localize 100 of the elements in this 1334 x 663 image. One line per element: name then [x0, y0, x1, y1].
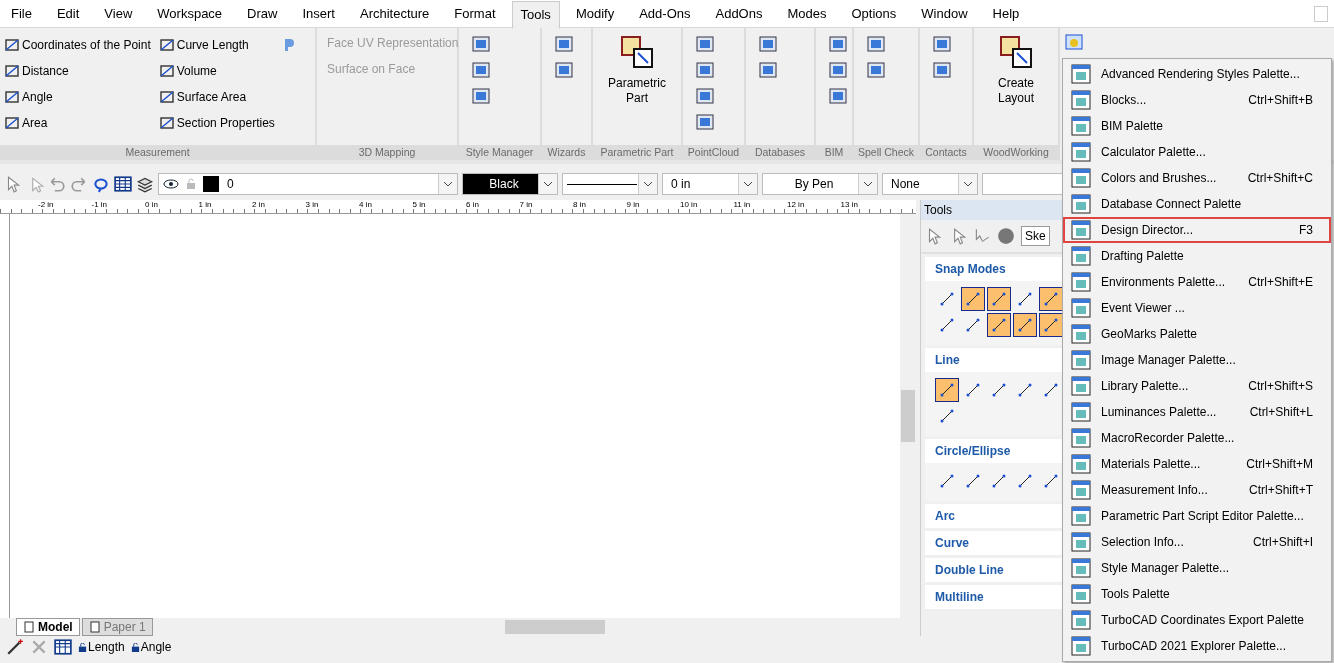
ruler-label: 0 in	[145, 200, 159, 211]
chevron-down-icon[interactable]	[963, 181, 973, 187]
tool-button[interactable]	[935, 378, 959, 402]
toolbar-icon[interactable]	[932, 34, 952, 54]
toolbar-icon[interactable]	[828, 86, 848, 106]
menu-item[interactable]: View	[95, 0, 142, 28]
magic-wand-icon[interactable]	[6, 638, 24, 656]
dropdown-field[interactable]: By Pen	[762, 173, 878, 195]
ribbon-button[interactable]: Section Properties	[158, 110, 275, 136]
ruler-label: 12 in	[787, 200, 806, 211]
menu-item[interactable]: TurboCAD 2021 Explorer Palette...	[1063, 633, 1331, 659]
menu-item[interactable]: Colors and Brushes... Ctrl+Shift+C	[1063, 165, 1331, 191]
table-icon[interactable]	[114, 175, 132, 193]
menu-item[interactable]: TurboCAD Coordinates Export Palette	[1063, 607, 1331, 633]
toolbar-icon[interactable]	[554, 34, 574, 54]
palette-window-icon	[1071, 454, 1091, 474]
tool-button[interactable]	[961, 287, 985, 311]
toolbar-icon[interactable]	[758, 34, 778, 54]
line-tool-icon	[991, 317, 1007, 333]
ribbon-button[interactable]: Area	[4, 110, 151, 136]
measure-tool-icon	[158, 89, 175, 105]
menu-item[interactable]: BIM Palette	[1063, 113, 1331, 139]
toolbar-icon[interactable]	[866, 34, 886, 54]
large-ribbon-button[interactable]: Create Layout	[981, 34, 1051, 139]
menu-item[interactable]: Luminances Palette... Ctrl+Shift+L	[1063, 399, 1331, 425]
tool-button[interactable]	[987, 287, 1011, 311]
menu-item[interactable]: Window	[912, 0, 977, 28]
menu-item[interactable]: Architecture	[350, 0, 439, 28]
menu-item[interactable]: Library Palette... Ctrl+Shift+S	[1063, 373, 1331, 399]
table-icon[interactable]	[54, 638, 72, 656]
toolbar-icon[interactable]	[471, 86, 491, 106]
toolbar-icon[interactable]	[695, 112, 715, 132]
large-ribbon-button[interactable]: Parametric Part	[602, 34, 672, 139]
menu-item[interactable]: Tools	[511, 0, 560, 29]
dropdown-field[interactable]: 0	[158, 173, 458, 195]
lock-icon[interactable]	[130, 642, 140, 652]
dropdown-field[interactable]: 0 in	[662, 173, 758, 195]
chevron-down-icon[interactable]	[643, 181, 653, 187]
menu-item[interactable]: Blocks... Ctrl+Shift+B	[1063, 87, 1331, 113]
dropdown-field[interactable]	[562, 173, 658, 195]
menu-item[interactable]: AddOns	[706, 0, 772, 28]
ribbon-button[interactable]: Angle	[4, 84, 151, 110]
menu-item[interactable]: File	[2, 0, 41, 28]
ribbon-button[interactable]: Distance	[4, 58, 151, 84]
chevron-down-icon[interactable]	[743, 181, 753, 187]
toolbar-icon[interactable]	[554, 60, 574, 80]
menu-item[interactable]: Insert	[293, 0, 344, 28]
chevron-down-icon[interactable]	[443, 181, 453, 187]
tool-button[interactable]	[1039, 287, 1063, 311]
tool-button[interactable]	[1039, 313, 1063, 337]
dropdown-field[interactable]: Ske	[1021, 226, 1050, 246]
menu-item[interactable]: Advanced Rendering Styles Palette...	[1063, 61, 1331, 87]
palette-window-icon	[1071, 506, 1091, 526]
ribbon-button[interactable]: Volume	[158, 58, 275, 84]
toolbar-icon[interactable]	[695, 34, 715, 54]
tool-button[interactable]	[987, 313, 1011, 337]
dropdown-field[interactable]: Black	[462, 173, 558, 195]
menu-item[interactable]: Help	[983, 0, 1029, 28]
eye-icon[interactable]	[163, 178, 179, 190]
toolbar-icon[interactable]	[866, 60, 886, 80]
menu-item[interactable]: Modes	[778, 0, 836, 28]
layers-icon[interactable]	[136, 175, 154, 193]
group-label: WoodWorking	[974, 145, 1058, 160]
chevron-down-icon[interactable]	[543, 181, 553, 187]
toolbar-icon[interactable]	[828, 60, 848, 80]
chevron-down-icon[interactable]	[863, 181, 873, 187]
ribbon-button[interactable]: Coordinates of the Point	[4, 32, 151, 58]
menu-item[interactable]: Modify	[566, 0, 624, 28]
lock-icon[interactable]	[78, 642, 87, 652]
line-tool-icon	[1017, 317, 1033, 333]
tool-button[interactable]	[1013, 313, 1037, 337]
menu-item[interactable]: Edit	[47, 0, 89, 28]
toolbar-icon[interactable]	[471, 34, 491, 54]
group-label: BIM	[816, 145, 852, 160]
toolbar-icon[interactable]	[695, 86, 715, 106]
menu-item[interactable]: Measurement Info... Ctrl+Shift+T	[1063, 477, 1331, 503]
sphere-icon[interactable]	[997, 227, 1015, 245]
toolbar-icon[interactable]	[828, 34, 848, 54]
toolbar-icon[interactable]	[932, 60, 952, 80]
dropdown-field[interactable]: None	[882, 173, 978, 195]
menu-item[interactable]: Options	[842, 0, 906, 28]
menu-item[interactable]: Draw	[238, 0, 287, 28]
menu-item[interactable]: Event Viewer ...	[1063, 295, 1331, 321]
ribbon-button[interactable]: Surface Area	[158, 84, 275, 110]
menu-item[interactable]: Add-Ons	[630, 0, 700, 28]
menu-item[interactable]: GeoMarks Palette	[1063, 321, 1331, 347]
ribbon-button[interactable]: Curve Length	[158, 32, 275, 58]
palette-window-icon	[1071, 610, 1091, 630]
menu-item[interactable]: Workspace	[148, 0, 232, 28]
sheet-tab[interactable]: Model	[16, 618, 80, 636]
palette-window-icon	[1071, 220, 1091, 240]
toolbar-icon[interactable]	[695, 60, 715, 80]
line-tool-icon	[939, 408, 955, 424]
toolbar-icon[interactable]	[471, 60, 491, 80]
measure-tool-icon	[158, 115, 175, 131]
menu-item[interactable]: Calculator Palette...	[1063, 139, 1331, 165]
menu-item[interactable]: Design Director... F3	[1063, 217, 1331, 243]
toolbar-icon[interactable]	[758, 60, 778, 80]
menu-item[interactable]: Format	[445, 0, 505, 28]
page-icon	[88, 621, 101, 633]
